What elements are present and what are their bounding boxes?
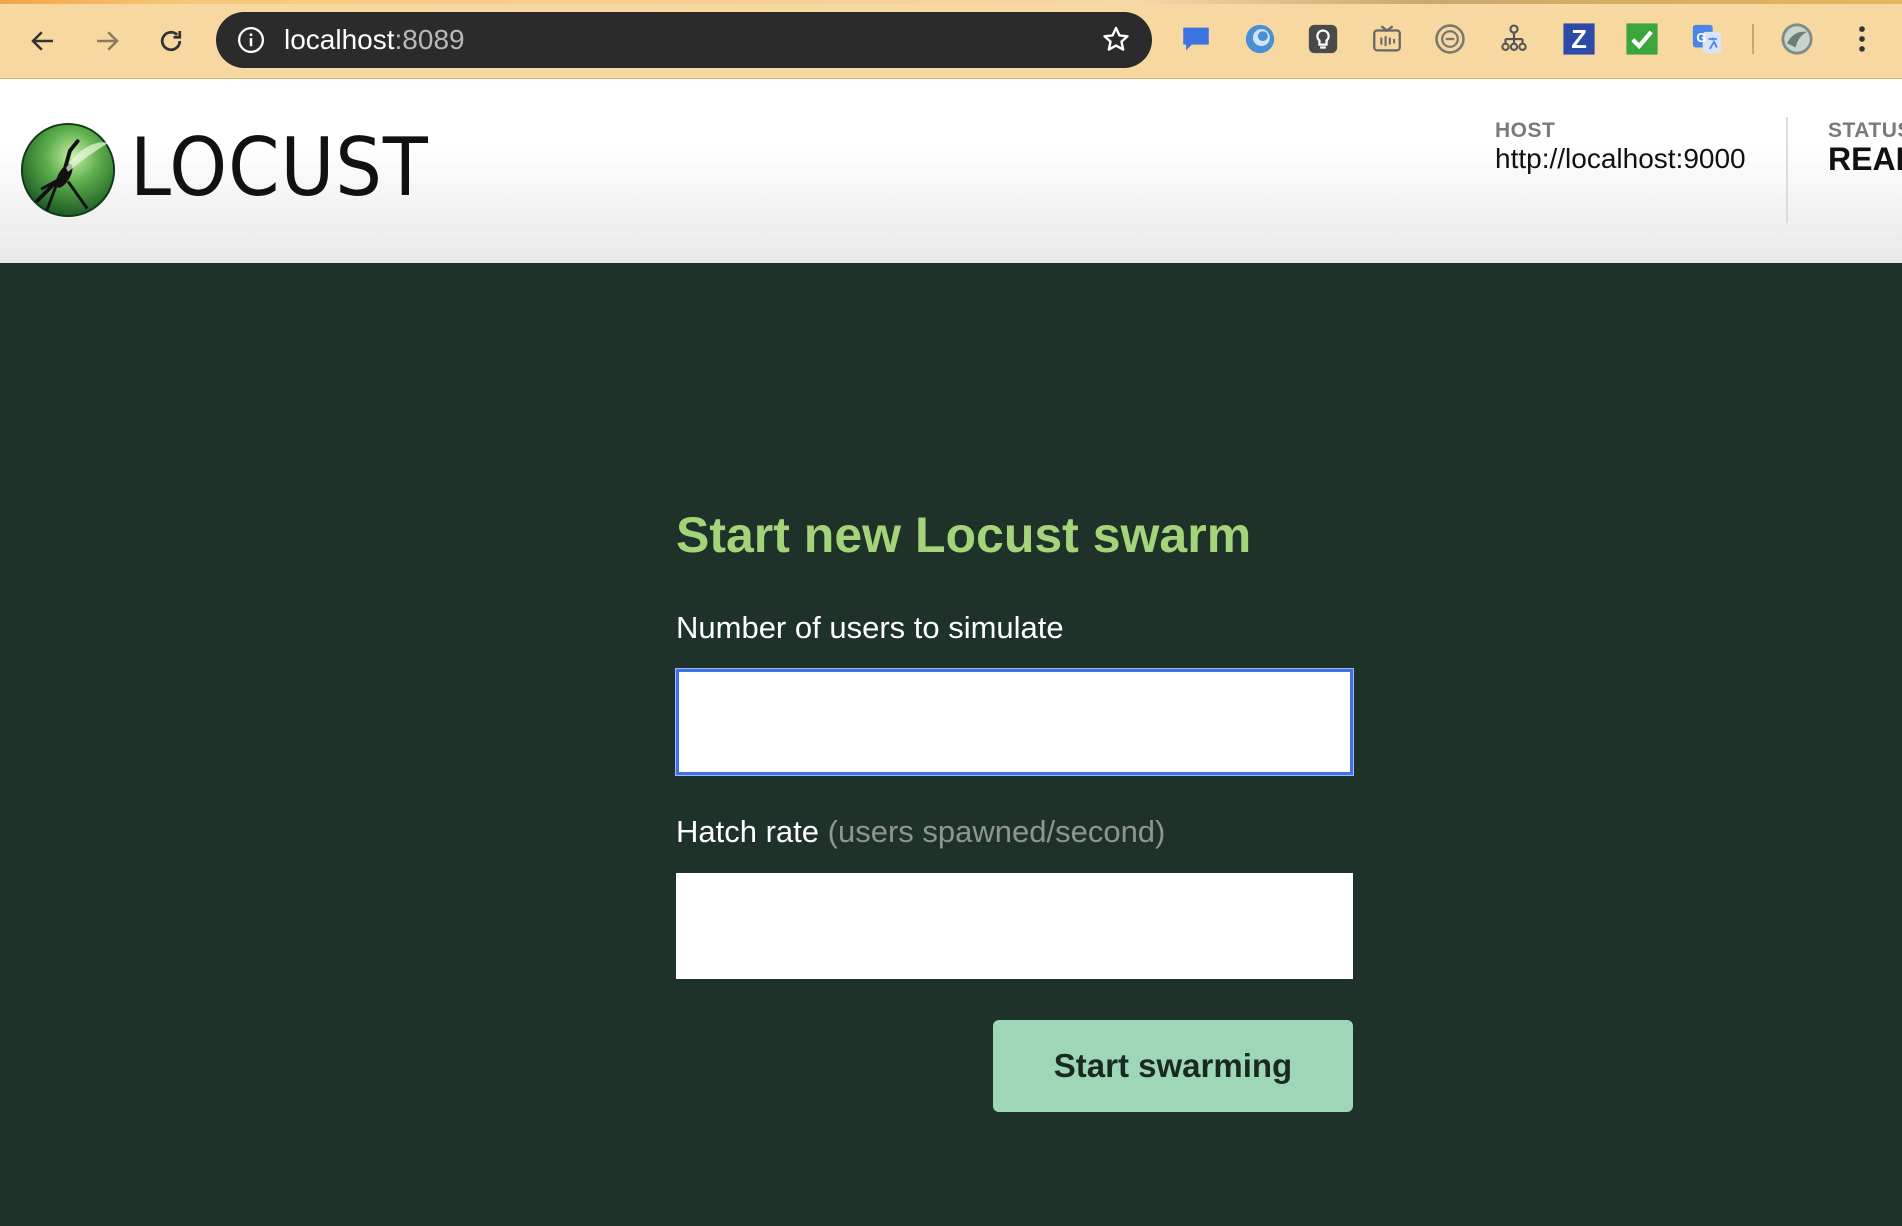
profile-avatar-icon[interactable]: [1780, 22, 1814, 56]
blue-circle-extension-icon[interactable]: [1243, 22, 1277, 56]
checkmark-extension-icon[interactable]: [1625, 22, 1659, 56]
back-icon: [31, 31, 53, 51]
info-icon[interactable]: [236, 25, 266, 55]
back-button[interactable]: [22, 20, 64, 62]
start-swarming-button[interactable]: Start swarming: [993, 1020, 1353, 1112]
menu-dots-icon[interactable]: [1845, 22, 1879, 56]
toolbar-separator: [1752, 24, 1754, 54]
svg-text:G: G: [1696, 30, 1706, 45]
reload-icon: [160, 30, 182, 52]
address-bar[interactable]: localhost:8089: [216, 12, 1152, 68]
sitemap-extension-icon[interactable]: [1497, 22, 1531, 56]
lightbulb-extension-icon[interactable]: [1306, 22, 1340, 56]
ring-extension-icon[interactable]: [1433, 22, 1467, 56]
browser-toolbar: localhost:8089 Z G: [0, 0, 1902, 79]
hatch-rate-input[interactable]: [676, 873, 1353, 979]
z-extension-icon[interactable]: Z: [1562, 22, 1596, 56]
z-extension-label: Z: [1571, 26, 1587, 54]
users-label: Number of users to simulate: [676, 610, 1064, 645]
url-host: localhost: [284, 24, 395, 55]
header-divider: [1786, 117, 1788, 223]
url-text[interactable]: localhost:8089: [284, 25, 465, 55]
app-header: LOCUST HOST http://localhost:9000 STATUS…: [0, 79, 1902, 263]
status-label: STATUS: [1828, 119, 1902, 142]
bookmark-star-icon[interactable]: [1100, 24, 1132, 56]
users-input[interactable]: [676, 669, 1353, 775]
locust-wordmark: LOCUST: [130, 121, 429, 214]
locust-logo-icon: [20, 122, 116, 218]
hatch-rate-hint: (users spawned/second): [827, 814, 1166, 849]
reload-button[interactable]: [150, 20, 192, 62]
hatch-rate-label: Hatch rate (users spawned/second): [676, 814, 1165, 850]
host-label: HOST: [1495, 119, 1556, 142]
media-extension-icon[interactable]: [1370, 22, 1404, 56]
url-port: :8089: [394, 24, 465, 55]
tab-strip-edge: [0, 0, 1902, 4]
google-translate-icon[interactable]: G: [1690, 22, 1724, 56]
hatch-rate-label-text: Hatch rate: [676, 814, 820, 849]
status-value: READY: [1828, 141, 1902, 177]
form-title: Start new Locust swarm: [676, 507, 1252, 563]
host-value: http://localhost:9000: [1495, 143, 1746, 174]
chat-extension-icon[interactable]: [1179, 22, 1213, 56]
forward-icon: [97, 31, 119, 51]
forward-button[interactable]: [86, 20, 128, 62]
